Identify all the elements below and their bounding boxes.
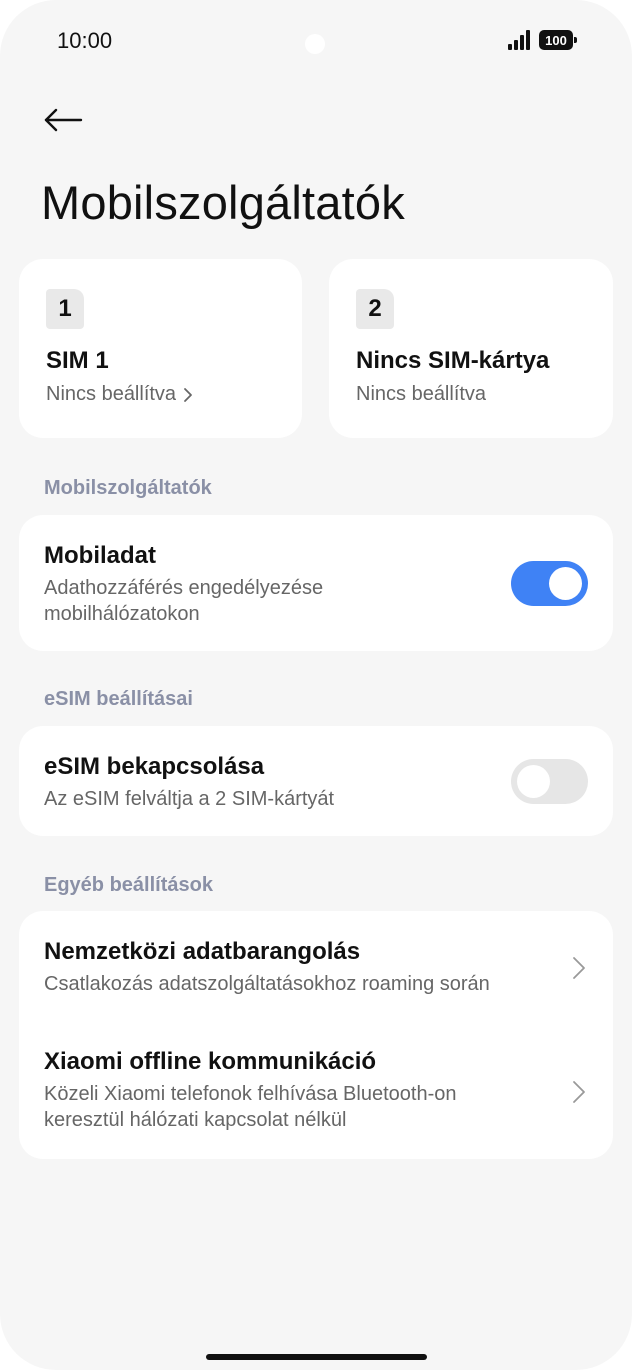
esim-subtitle: Az eSIM felváltja a 2 SIM-kártyát	[44, 788, 335, 810]
roaming-subtitle: Csatlakozás adatszolgáltatásokhoz roamin…	[44, 973, 490, 995]
home-indicator[interactable]	[206, 1354, 427, 1360]
offline-subtitle-line1: Közeli Xiaomi telefonok felhívása Blueto…	[44, 1083, 457, 1105]
mobile-data-row: Mobiladat Adathozzáférés engedélyezése m…	[44, 541, 483, 627]
page-title: Mobilszolgáltatók	[41, 176, 405, 229]
arrow-left-icon	[44, 108, 83, 132]
status-bar: 10:00 100	[0, 0, 632, 80]
offline-title: Xiaomi offline kommunikáció	[44, 1048, 377, 1075]
mobile-data-subtitle: Adathozzáférés engedélyezése mobilhálóza…	[44, 575, 483, 627]
sim-card-1[interactable]: 1 SIM 1 Nincs beállítva	[19, 259, 302, 438]
offline-subtitle-line2: keresztül hálózati kapcsolat nélkül	[44, 1109, 347, 1131]
mobile-data-card[interactable]: Mobiladat Adathozzáférés engedélyezése m…	[19, 515, 613, 651]
camera-cutout	[305, 34, 325, 54]
chevron-right-icon	[184, 387, 192, 402]
sim-status: Nincs beállítva	[356, 383, 486, 406]
mobile-data-subtitle-line1: Adathozzáférés engedélyezése	[44, 577, 324, 599]
phone-screen: 10:00 100 Mobilszolgáltatók 1 SIM 1 Ninc…	[0, 0, 632, 1370]
sim-name: SIM 1	[46, 347, 109, 374]
signal-icon	[508, 30, 534, 50]
esim-title: eSIM bekapcsolása	[44, 753, 265, 780]
esim-card[interactable]: eSIM bekapcsolása Az eSIM felváltja a 2 …	[19, 726, 613, 836]
chevron-right-icon	[573, 957, 585, 979]
offline-subtitle: Közeli Xiaomi telefonok felhívása Blueto…	[44, 1081, 553, 1133]
chevron-right-icon	[573, 1081, 585, 1103]
section-header-esim: eSIM beállításai	[44, 688, 193, 710]
mobile-data-subtitle-line2: mobilhálózatokon	[44, 603, 200, 625]
roaming-row[interactable]: Nemzetközi adatbarangolás Csatlakozás ad…	[44, 937, 553, 1037]
sim-number-badge: 1	[46, 289, 84, 329]
toggle-knob	[517, 765, 550, 798]
toggle-knob	[549, 567, 582, 600]
sim-number-badge: 2	[356, 289, 394, 329]
sim-status: Nincs beállítva	[46, 383, 194, 406]
status-time: 10:00	[57, 28, 113, 53]
section-header-other: Egyéb beállítások	[44, 874, 213, 896]
esim-toggle[interactable]	[511, 759, 588, 804]
mobile-data-title: Mobiladat	[44, 542, 156, 569]
offline-communication-row[interactable]: Xiaomi offline kommunikáció Közeli Xiaom…	[44, 1047, 553, 1133]
battery-level: 100	[545, 32, 567, 48]
roaming-title: Nemzetközi adatbarangolás	[44, 938, 361, 965]
sim-name: Nincs SIM-kártya	[356, 347, 550, 374]
sim-card-2[interactable]: 2 Nincs SIM-kártya Nincs beállítva	[329, 259, 613, 438]
sim-status-text: Nincs beállítva	[46, 383, 177, 405]
esim-row: eSIM bekapcsolása Az eSIM felváltja a 2 …	[44, 752, 483, 812]
other-settings-card: Nemzetközi adatbarangolás Csatlakozás ad…	[19, 911, 613, 1159]
battery-icon: 100	[539, 30, 577, 50]
mobile-data-toggle[interactable]	[511, 561, 588, 606]
section-header-mobile: Mobilszolgáltatók	[44, 477, 212, 499]
sim-status-text: Nincs beállítva	[356, 383, 487, 405]
back-button[interactable]	[40, 100, 86, 140]
